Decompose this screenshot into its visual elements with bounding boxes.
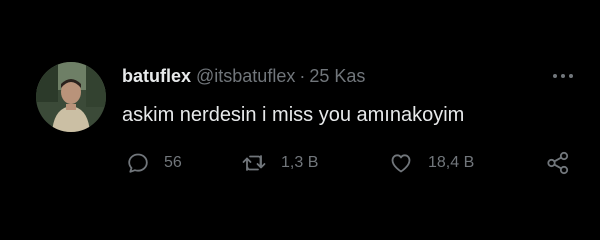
tweet-date[interactable]: 25 Kas <box>309 66 365 86</box>
retweet-icon <box>242 155 266 171</box>
display-name[interactable]: batuflex <box>122 66 191 86</box>
like-button[interactable]: 18,4 B <box>388 148 474 178</box>
like-count: 18,4 B <box>428 154 475 171</box>
retweet-count: 1,3 B <box>281 154 319 171</box>
reply-count: 56 <box>164 154 182 171</box>
tweet-card[interactable]: batuflex @itsbatuflex · 25 Kas askim nerdes… <box>0 0 600 240</box>
tweet-actions: 56 1,3 B 18,4 B <box>0 148 600 178</box>
share-button[interactable] <box>545 148 571 178</box>
tweet-text: askim nerdesin i miss you amınakoyim <box>122 104 465 126</box>
reply-button[interactable]: 56 <box>126 148 182 178</box>
reply-icon <box>128 153 148 173</box>
more-horizontal-icon[interactable] <box>548 66 578 86</box>
user-handle[interactable]: @itsbatuflex <box>196 66 295 86</box>
separator-dot: · <box>299 66 306 86</box>
heart-icon <box>391 154 411 173</box>
share-icon <box>547 151 569 175</box>
retweet-button[interactable]: 1,3 B <box>241 148 318 178</box>
tweet-header: batuflex @itsbatuflex · 25 Kas <box>122 64 365 88</box>
avatar[interactable] <box>36 62 106 132</box>
